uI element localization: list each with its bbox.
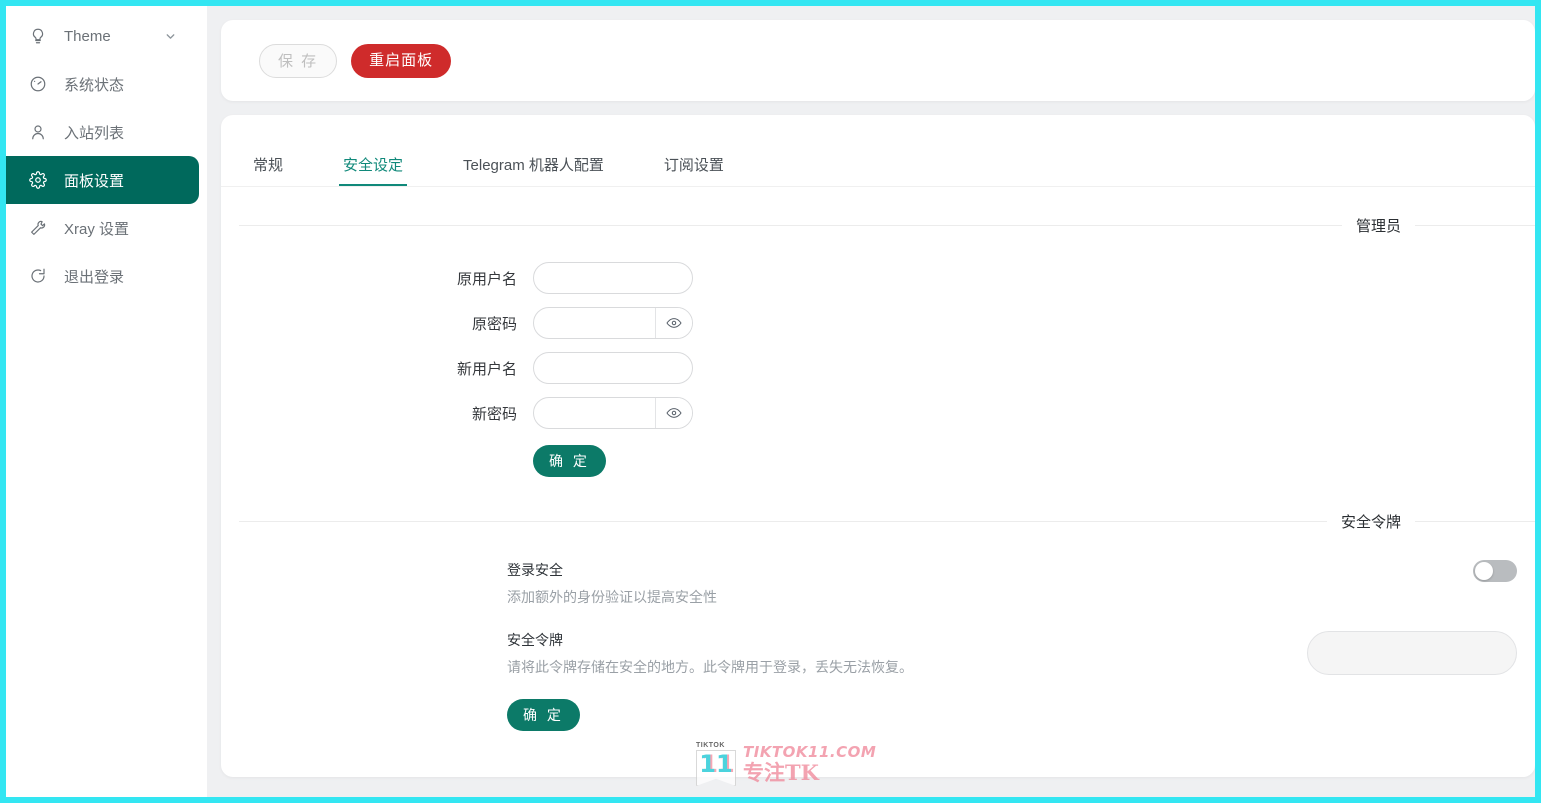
dashboard-icon	[28, 74, 48, 94]
security-token-input[interactable]	[1307, 631, 1517, 676]
new-username-field[interactable]	[533, 352, 693, 384]
sidebar-item-label: Xray 设置	[64, 220, 130, 238]
action-toolbar: 保 存 重启面板	[221, 20, 1535, 101]
sidebar-item-logout[interactable]: 退出登录	[6, 252, 199, 300]
sidebar-item-label: 面板设置	[64, 172, 125, 190]
divider-line-right	[1415, 521, 1535, 522]
login-security-title: 登录安全	[507, 562, 563, 578]
token-confirm-row: 确 定	[507, 699, 1535, 732]
old-password-field[interactable]	[533, 307, 693, 339]
old-password-label: 原密码	[471, 315, 517, 333]
tool-icon	[28, 218, 48, 238]
tab-security[interactable]: 安全设定	[339, 154, 408, 186]
admin-divider-title: 管理员	[1355, 218, 1401, 235]
tab-general[interactable]: 常规	[253, 154, 283, 186]
security-token-title: 安全令牌	[507, 631, 563, 648]
old-username-input[interactable]	[534, 263, 692, 293]
security-token-row: 安全令牌 请将此令牌存储在安全的地方。此令牌用于登录，丢失无法恢复。	[221, 630, 1535, 678]
screenshot-frame: Theme 系统状态 入站列表 面板设置 Xray 设置 退出登录 保 存 重启…	[0, 0, 1541, 803]
login-security-text: 登录安全 添加额外的身份验证以提高安全性	[507, 560, 1473, 608]
bulb-icon	[28, 26, 48, 46]
sidebar-item-label: 入站列表	[64, 124, 125, 142]
old-username-field[interactable]	[533, 262, 693, 294]
security-token-control	[1307, 631, 1517, 676]
sidebar-item-system-status[interactable]: 系统状态	[6, 60, 199, 108]
divider-line-left	[239, 521, 1327, 522]
sidebar-item-label: 系统状态	[64, 76, 125, 94]
save-button[interactable]: 保 存	[259, 43, 338, 78]
security-token-desc: 请将此令牌存储在安全的地方。此令牌用于登录，丢失无法恢复。	[507, 658, 913, 675]
main-content: 保 存 重启面板 常规 安全设定 Telegram 机器人配置 订阅设置 管理员…	[207, 6, 1535, 797]
login-security-toggle[interactable]	[1473, 560, 1517, 582]
chevron-down-icon[interactable]	[164, 30, 177, 43]
admin-confirm-row: 确 定	[221, 445, 1535, 477]
settings-tabs: 常规 安全设定 Telegram 机器人配置 订阅设置	[221, 139, 1535, 187]
tab-telegram-bot[interactable]: Telegram 机器人配置	[463, 154, 604, 186]
sidebar-item-xray-settings[interactable]: Xray 设置	[6, 204, 199, 252]
app-root: Theme 系统状态 入站列表 面板设置 Xray 设置 退出登录 保 存 重启…	[6, 6, 1535, 797]
old-password-input[interactable]	[534, 308, 655, 338]
sidebar-item-label: Theme	[64, 27, 111, 45]
new-username-input[interactable]	[534, 353, 692, 383]
divider-line-left	[239, 225, 1342, 226]
settings-card: 常规 安全设定 Telegram 机器人配置 订阅设置 管理员 原用户名 原密码…	[221, 115, 1535, 777]
divider-line-right	[1415, 225, 1535, 226]
toggle-knob	[1475, 562, 1493, 580]
login-security-control	[1473, 560, 1517, 582]
login-security-desc: 添加额外的身份验证以提高安全性	[507, 589, 717, 605]
sidebar: Theme 系统状态 入站列表 面板设置 Xray 设置 退出登录	[6, 6, 207, 797]
eye-icon[interactable]	[655, 398, 692, 428]
sidebar-item-inbounds[interactable]: 入站列表	[6, 108, 199, 156]
restart-panel-button[interactable]: 重启面板	[351, 43, 452, 78]
old-username-label: 原用户名	[456, 270, 517, 288]
form-row-new-password: 新密码	[221, 397, 1535, 429]
token-confirm-button[interactable]: 确 定	[507, 699, 580, 732]
new-username-label: 新用户名	[456, 360, 517, 378]
sidebar-item-theme[interactable]: Theme	[6, 12, 199, 60]
sidebar-item-label: 退出登录	[64, 268, 125, 286]
user-icon	[28, 122, 48, 142]
gear-icon	[28, 170, 48, 190]
eye-icon[interactable]	[655, 308, 692, 338]
new-password-field[interactable]	[533, 397, 693, 429]
sidebar-item-panel-settings[interactable]: 面板设置	[6, 156, 199, 204]
token-divider-title: 安全令牌	[1340, 514, 1401, 531]
admin-credentials-form: 原用户名 原密码 新用户名 新密码 确 定	[221, 236, 1535, 477]
form-row-old-password: 原密码	[221, 307, 1535, 339]
admin-confirm-button[interactable]: 确 定	[533, 445, 606, 477]
logout-icon	[28, 266, 48, 286]
login-security-row: 登录安全 添加额外的身份验证以提高安全性	[221, 560, 1535, 608]
security-token-text: 安全令牌 请将此令牌存储在安全的地方。此令牌用于登录，丢失无法恢复。	[507, 630, 1307, 678]
new-password-input[interactable]	[534, 398, 655, 428]
tab-subscription[interactable]: 订阅设置	[664, 154, 724, 186]
admin-divider: 管理员	[221, 215, 1535, 236]
new-password-label: 新密码	[471, 405, 517, 423]
form-row-new-username: 新用户名	[221, 352, 1535, 384]
token-divider: 安全令牌	[221, 511, 1535, 532]
form-row-old-username: 原用户名	[221, 262, 1535, 294]
